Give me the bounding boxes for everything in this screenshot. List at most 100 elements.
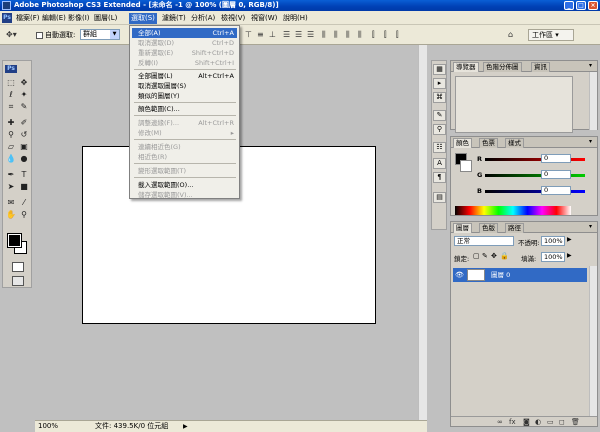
type-tool-icon[interactable]: T	[18, 170, 30, 180]
tab-info[interactable]: 資訊	[531, 62, 550, 72]
brushes-panel-icon[interactable]: ✎	[433, 110, 446, 121]
menu-item-all-layers[interactable]: 全部圖層(L) Alt+Ctrl+A	[132, 71, 237, 81]
menu-item-color-range[interactable]: 顏色範圍(C)...	[132, 104, 237, 114]
close-button[interactable]: ×	[588, 1, 598, 10]
path-selection-tool-icon[interactable]: ➤	[5, 182, 17, 192]
hand-tool-icon[interactable]: ✋	[5, 210, 17, 220]
paragraph-panel-icon[interactable]: ¶	[433, 172, 446, 183]
zoom-level[interactable]: 100%	[38, 421, 58, 432]
quick-mask-icon[interactable]	[12, 262, 24, 272]
tab-styles[interactable]: 樣式	[505, 138, 524, 148]
menu-item-transform-selection[interactable]: 變形選取範圍(T)	[132, 166, 237, 176]
lock-transparency-icon[interactable]: ▢	[473, 252, 480, 260]
healing-brush-tool-icon[interactable]: ✚	[5, 118, 17, 128]
slice-tool-icon[interactable]: ✎	[18, 102, 30, 112]
tab-swatches[interactable]: 色票	[479, 138, 498, 148]
layer-mask-icon[interactable]: ◙	[523, 418, 530, 426]
menu-file[interactable]: 檔案(F)	[14, 13, 42, 24]
layer-style-icon[interactable]: fx	[509, 418, 516, 426]
color-background-swatch[interactable]	[460, 160, 472, 172]
status-menu-arrow-icon[interactable]: ▶	[183, 421, 188, 432]
menu-filter[interactable]: 濾鏡(T)	[160, 13, 188, 24]
workspace-button[interactable]: 工作區 ▾	[528, 29, 574, 41]
align-left-icon[interactable]: ⫿	[372, 30, 375, 40]
menu-item-save-selection[interactable]: 儲存選取範圍(V)...	[132, 190, 237, 200]
menu-item-inverse[interactable]: 反轉(I) Shift+Ctrl+I	[132, 58, 237, 68]
eraser-tool-icon[interactable]: ▱	[5, 142, 17, 152]
menu-item-reselect[interactable]: 重新選取(E) Shift+Ctrl+D	[132, 48, 237, 58]
distribute-top-icon[interactable]: ☰	[283, 30, 290, 40]
distribute-left-icon[interactable]: ⫼	[322, 30, 326, 40]
layer-comps-icon[interactable]: ☷	[433, 142, 446, 153]
menu-help[interactable]: 說明(H)	[281, 13, 310, 24]
menu-window[interactable]: 視窗(W)	[249, 13, 279, 24]
screen-mode-icon[interactable]	[12, 276, 24, 286]
history-panel-icon[interactable]: ▦	[433, 64, 446, 75]
clone-source-icon[interactable]: ⚲	[433, 124, 446, 135]
move-tool-icon[interactable]: ✥	[18, 78, 30, 88]
document-vertical-scrollbar[interactable]	[418, 45, 427, 420]
menu-layer[interactable]: 圖層(L)	[92, 13, 119, 24]
tab-paths[interactable]: 路徑	[505, 223, 524, 233]
auto-select-checkbox[interactable]	[36, 32, 43, 39]
history-brush-tool-icon[interactable]: ↺	[18, 130, 30, 140]
menu-item-load-selection[interactable]: 載入選取範圍(O)...	[132, 180, 237, 190]
distribute-bottom-icon[interactable]: ☰	[307, 30, 314, 40]
menu-item-grow[interactable]: 連續相近色(G)	[132, 142, 237, 152]
opacity-arrow-icon[interactable]: ▶	[567, 236, 572, 243]
menu-select[interactable]: 選取(S)	[129, 13, 157, 24]
pen-tool-icon[interactable]: ✒	[5, 170, 17, 180]
distribute-middle-icon[interactable]: ☰	[295, 30, 302, 40]
zoom-tool-icon[interactable]: ⚲	[18, 210, 30, 220]
menu-item-select-all[interactable]: 全部(A) Ctrl+A	[132, 28, 237, 38]
distribute-right-icon[interactable]: ⫼	[346, 30, 350, 40]
fill-field[interactable]: 100%	[541, 252, 565, 262]
tab-layers[interactable]: 圖層	[453, 223, 472, 233]
minimize-button[interactable]: _	[564, 1, 574, 10]
panel-menu-icon[interactable]: ▾	[589, 139, 595, 145]
tab-color[interactable]: 顏色	[453, 138, 472, 148]
menu-edit[interactable]: 編輯(E)	[40, 13, 68, 24]
menu-image[interactable]: 影像(I)	[66, 13, 92, 24]
gradient-tool-icon[interactable]: ▣	[18, 142, 30, 152]
menu-view[interactable]: 檢視(V)	[219, 13, 247, 24]
navigator-scrollbar[interactable]	[589, 72, 597, 130]
clone-stamp-tool-icon[interactable]: ⚲	[5, 130, 17, 140]
auto-select-dropdown[interactable]: 群組 ▼	[80, 29, 120, 40]
color-spectrum-bar[interactable]	[455, 206, 571, 215]
layer-name[interactable]: 圖層 0	[491, 268, 510, 282]
notes-tool-icon[interactable]: ✉	[5, 198, 17, 208]
align-center-icon[interactable]: ⫿	[384, 30, 387, 40]
blend-mode-dropdown[interactable]: 正常	[454, 236, 514, 246]
link-layers-icon[interactable]: ∞	[497, 418, 503, 426]
blue-value[interactable]: 0	[541, 186, 571, 195]
tab-histogram[interactable]: 色階分佈圖	[483, 62, 522, 72]
align-bottom-icon[interactable]: ⊥	[269, 30, 276, 40]
tab-navigator[interactable]: 導覽器	[453, 62, 479, 72]
eyedropper-tool-icon[interactable]: ⁄	[18, 198, 30, 208]
align-right-icon[interactable]: ⫿	[396, 30, 399, 40]
panel-menu-icon[interactable]: ▾	[589, 63, 595, 69]
tool-presets-icon[interactable]: ⌘	[433, 92, 446, 103]
menu-item-similar[interactable]: 相近色(R)	[132, 152, 237, 162]
opacity-field[interactable]: 100%	[541, 236, 565, 246]
info-panel-icon[interactable]: ▤	[433, 192, 446, 203]
fill-arrow-icon[interactable]: ▶	[567, 252, 572, 259]
new-layer-icon[interactable]: ◻	[559, 418, 565, 426]
green-value[interactable]: 0	[541, 170, 571, 179]
actions-panel-icon[interactable]: ▸	[433, 78, 446, 89]
bridge-icon[interactable]: ⌂	[508, 30, 513, 40]
menu-analysis[interactable]: 分析(A)	[189, 13, 217, 24]
layers-scrollbar[interactable]	[589, 266, 597, 416]
red-value[interactable]: 0	[541, 154, 571, 163]
magic-wand-tool-icon[interactable]: ✦	[18, 90, 30, 100]
align-middle-icon[interactable]: ≡	[257, 30, 264, 40]
auto-align-icon[interactable]: ⫼	[358, 30, 362, 40]
new-group-icon[interactable]: ▭	[547, 418, 554, 426]
shape-tool-icon[interactable]: ■	[18, 182, 30, 192]
foreground-color-swatch[interactable]	[7, 233, 22, 248]
crop-tool-icon[interactable]: ⌗	[5, 102, 17, 112]
layer-row[interactable]: 👁 圖層 0	[453, 268, 587, 282]
menu-item-deselect[interactable]: 取消選取(D) Ctrl+D	[132, 38, 237, 48]
align-top-icon[interactable]: ⊤	[245, 30, 252, 40]
